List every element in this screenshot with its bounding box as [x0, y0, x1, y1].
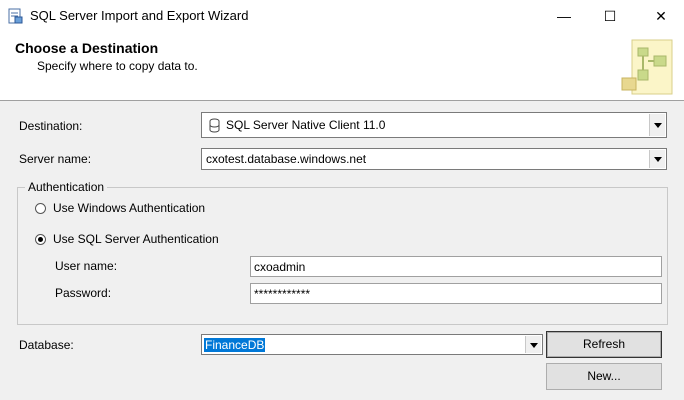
destination-label: Destination: — [19, 119, 83, 133]
database-combobox[interactable]: FinanceDB — [201, 334, 543, 355]
database-label: Database: — [19, 338, 74, 352]
destination-value: SQL Server Native Client 11.0 — [226, 118, 386, 132]
password-label: Password: — [55, 286, 112, 300]
wizard-graphic-icon — [621, 39, 673, 95]
sql-auth-label[interactable]: Use SQL Server Authentication — [53, 232, 219, 246]
refresh-button[interactable]: Refresh — [546, 331, 662, 358]
window-title: SQL Server Import and Export Wizard — [30, 8, 249, 23]
close-icon: ✕ — [655, 8, 667, 24]
chevron-down-icon[interactable] — [649, 150, 665, 168]
username-input[interactable]: cxoadmin — [250, 256, 662, 277]
wizard-header: Choose a Destination Specify where to co… — [0, 32, 684, 101]
database-value: FinanceDB — [204, 338, 266, 352]
password-input[interactable]: ************ — [250, 283, 662, 304]
windows-auth-radio[interactable] — [35, 203, 46, 214]
wizard-app-icon — [8, 8, 23, 24]
server-name-value: cxotest.database.windows.net — [206, 152, 367, 166]
database-icon — [209, 118, 220, 133]
refresh-button-label: Refresh — [582, 337, 626, 351]
username-value: cxoadmin — [254, 260, 306, 274]
server-name-label: Server name: — [19, 152, 92, 166]
authentication-group-label: Authentication — [25, 180, 108, 194]
chevron-down-icon[interactable] — [649, 114, 665, 136]
minimize-button[interactable]: — — [541, 0, 587, 32]
sql-auth-radio[interactable] — [35, 234, 46, 245]
minimize-icon: — — [557, 8, 571, 24]
username-label: User name: — [55, 259, 118, 273]
new-button-label: New... — [587, 369, 621, 383]
password-value: ************ — [254, 287, 311, 301]
page-title: Choose a Destination — [15, 40, 159, 56]
close-button[interactable]: ✕ — [638, 0, 684, 32]
new-database-button[interactable]: New... — [546, 363, 662, 390]
maximize-button[interactable]: ☐ — [587, 0, 633, 32]
server-name-combobox[interactable]: cxotest.database.windows.net — [201, 148, 667, 170]
maximize-icon: ☐ — [603, 8, 617, 24]
destination-select[interactable]: SQL Server Native Client 11.0 — [201, 112, 667, 138]
page-subtitle: Specify where to copy data to. — [37, 59, 198, 73]
window-titlebar: SQL Server Import and Export Wizard — ☐ … — [0, 0, 684, 32]
chevron-down-icon[interactable] — [525, 336, 541, 353]
windows-auth-label[interactable]: Use Windows Authentication — [53, 201, 205, 215]
